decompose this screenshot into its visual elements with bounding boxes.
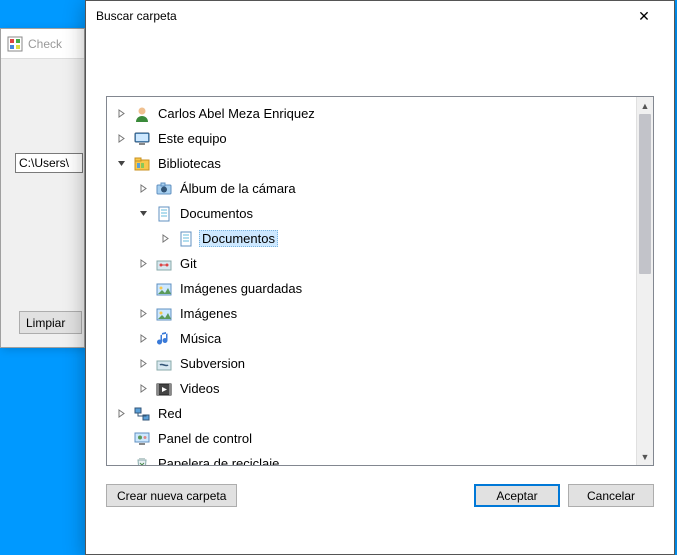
control-icon [133,430,151,448]
tree-item[interactable]: Papelera de reciclaje [107,451,636,465]
scroll-down-arrow[interactable]: ▼ [637,448,653,465]
scroll-thumb[interactable] [639,114,651,274]
tree-item-label: Imágenes guardadas [177,280,305,297]
tree-item-label: Subversion [177,355,248,372]
tree-item-label: Carlos Abel Meza Enriquez [155,105,318,122]
folder-tree-container: Carlos Abel Meza Enriquez Este equipo Bibl… [106,96,654,466]
spacer [106,51,654,96]
scroll-up-arrow[interactable]: ▲ [637,97,653,114]
libraries-icon [133,155,151,173]
background-title: Check [28,37,62,51]
tree-item-label: Este equipo [155,130,230,147]
expand-icon[interactable] [117,109,131,118]
background-titlebar: Check [1,29,84,59]
close-icon: ✕ [638,8,650,25]
tree-item-label: Git [177,255,200,272]
expand-icon[interactable] [117,134,131,143]
tree-item[interactable]: Música [107,326,636,351]
tree-item[interactable]: Imágenes guardadas [107,276,636,301]
expand-icon[interactable] [139,309,153,318]
tree-item-label: Música [177,330,224,347]
tree-item-label: Red [155,405,185,422]
expand-icon[interactable] [139,184,153,193]
camera-icon [155,180,173,198]
tree-item-label: Documentos [199,230,278,247]
expand-icon[interactable] [139,359,153,368]
path-field[interactable] [15,153,83,173]
images-icon [155,305,173,323]
close-button[interactable]: ✕ [624,3,664,29]
images-icon [155,280,173,298]
cancel-button[interactable]: Cancelar [568,484,654,507]
git-icon [155,255,173,273]
scrollbar[interactable]: ▲ ▼ [636,97,653,465]
docs-icon [177,230,195,248]
dialog-titlebar: Buscar carpeta ✕ [86,1,674,31]
computer-icon [133,130,151,148]
collapse-icon[interactable] [139,209,153,218]
tree-item[interactable]: Panel de control [107,426,636,451]
dialog-content: Carlos Abel Meza Enriquez Este equipo Bibl… [86,31,674,554]
tree-item-label: Imágenes [177,305,240,322]
recycle-icon [133,455,151,466]
network-icon [133,405,151,423]
dialog-title: Buscar carpeta [96,9,624,23]
dialog-buttons: Crear nueva carpeta Aceptar Cancelar [106,466,654,521]
accept-button[interactable]: Aceptar [474,484,560,507]
browse-folder-dialog: Buscar carpeta ✕ Carlos Abel Meza Enriqu… [85,0,675,555]
tree-item[interactable]: Carlos Abel Meza Enriquez [107,101,636,126]
tree-item[interactable]: Este equipo [107,126,636,151]
video-icon [155,380,173,398]
new-folder-button[interactable]: Crear nueva carpeta [106,484,237,507]
tree-item[interactable]: Imágenes [107,301,636,326]
tree-item-label: Papelera de reciclaje [155,455,282,465]
tree-item-label: Documentos [177,205,256,222]
music-icon [155,330,173,348]
tree-item[interactable]: Videos [107,376,636,401]
expand-icon[interactable] [139,259,153,268]
tree-item[interactable]: Documentos [107,226,636,251]
svn-icon [155,355,173,373]
app-icon [7,36,23,52]
clear-button[interactable]: Limpiar [19,311,82,334]
tree-item-label: Bibliotecas [155,155,224,172]
folder-tree[interactable]: Carlos Abel Meza Enriquez Este equipo Bibl… [107,97,636,465]
tree-item[interactable]: Álbum de la cámara [107,176,636,201]
background-window: Check Limpiar [0,28,85,348]
expand-icon[interactable] [117,409,131,418]
expand-icon[interactable] [139,334,153,343]
tree-item[interactable]: Documentos [107,201,636,226]
tree-item-label: Panel de control [155,430,255,447]
expand-icon[interactable] [139,384,153,393]
tree-item[interactable]: Subversion [107,351,636,376]
expand-icon[interactable] [161,234,175,243]
tree-item[interactable]: Git [107,251,636,276]
docs-icon [155,205,173,223]
tree-item-label: Álbum de la cámara [177,180,299,197]
tree-item[interactable]: Red [107,401,636,426]
tree-item[interactable]: Bibliotecas [107,151,636,176]
user-icon [133,105,151,123]
tree-item-label: Videos [177,380,223,397]
collapse-icon[interactable] [117,159,131,168]
